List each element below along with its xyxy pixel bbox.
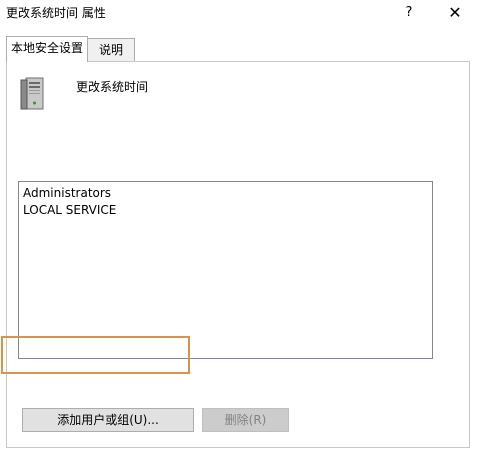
list-item[interactable]: Administrators <box>23 185 111 202</box>
title-bar[interactable]: 更改系统时间 属性 ? ✕ <box>0 0 477 28</box>
add-user-or-group-button[interactable]: 添加用户或组(U)... <box>22 408 194 432</box>
computer-tower-icon <box>20 77 44 110</box>
policy-name: 更改系统时间 <box>76 80 149 94</box>
tab-local-security-setting[interactable]: 本地安全设置 <box>6 36 88 62</box>
properties-dialog: 更改系统时间 属性 ? ✕ 本地安全设置 说明 更改系统时间 Administr… <box>0 0 477 451</box>
close-button[interactable]: ✕ <box>443 2 467 24</box>
tab-explain[interactable]: 说明 <box>87 38 135 61</box>
window-title: 更改系统时间 属性 <box>6 6 106 20</box>
list-item[interactable]: LOCAL SERVICE <box>23 202 116 219</box>
help-button[interactable]: ? <box>398 2 420 24</box>
members-listbox[interactable]: Administrators LOCAL SERVICE <box>18 181 433 359</box>
remove-button[interactable]: 删除(R) <box>202 408 289 432</box>
tab-panel: 更改系统时间 Administrators LOCAL SERVICE 添加用户… <box>6 61 470 448</box>
